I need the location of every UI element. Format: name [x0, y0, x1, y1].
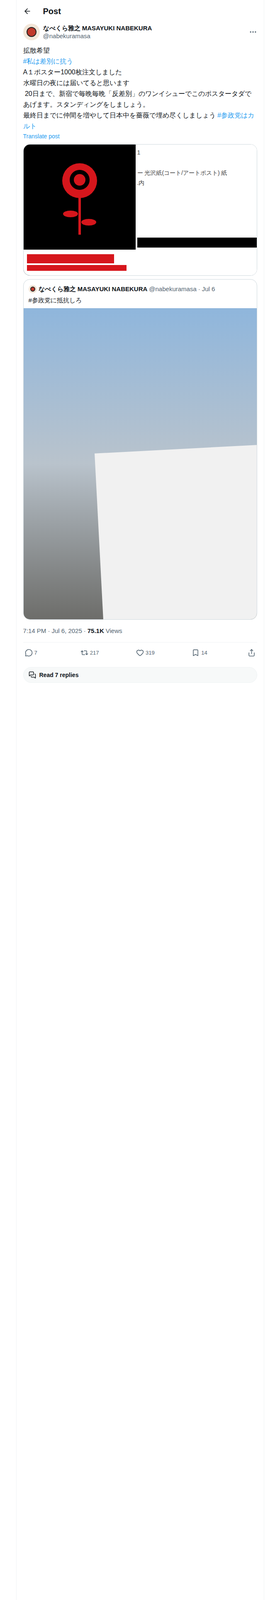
avatar[interactable]	[23, 23, 40, 41]
replies-icon	[28, 670, 37, 678]
post-paragraph: 最終日までに仲間を増やして日本中を薔薇で埋め尽くしましょう #参政党はカルト	[23, 109, 258, 132]
share-button[interactable]	[247, 647, 256, 656]
author-row: なべくら雅之 MASAYUKI NABEKURA@nabekuramasa	[23, 21, 258, 41]
quote-photo[interactable]	[23, 307, 257, 619]
hashtag[interactable]: #私は差別に抗う	[23, 57, 74, 65]
post-column: Postなべくら雅之 MASAYUKI NABEKURA@nabekuramas…	[16, 0, 265, 1598]
order-screenshot[interactable]: 1 ー 光沢紙(コート/アートポスト) 紙.内	[135, 144, 257, 276]
post-text: 拡散希望 #私は差別に抗う A１ポスター1000枚注文しました水曜日の夜には届いてる…	[23, 45, 258, 141]
like-icon	[136, 647, 144, 656]
order-line: ー 光沢紙(コート/アートポスト) 紙	[137, 167, 257, 178]
post-paragraph: 水曜日の夜には届いてると思います	[23, 77, 258, 89]
post-paragraph: #私は差別に抗う	[23, 56, 258, 67]
post-time[interactable]: 7:14 PM	[23, 625, 47, 636]
header: Post	[16, 0, 264, 22]
avatar[interactable]	[28, 284, 37, 293]
quote-author-name: なべくら雅之 MASAYUKI NABEKURA	[38, 284, 148, 294]
bookmark-icon	[191, 647, 200, 656]
share-icon	[247, 647, 256, 656]
like-button[interactable]: 319	[136, 647, 161, 657]
poster-image[interactable]	[23, 144, 136, 276]
translate-link[interactable]: Translate post	[23, 131, 258, 141]
post-paragraph: 20日まで、新宿で毎晩毎晩「反差別」のワンイシューでこのポスタータダであげます。…	[23, 88, 258, 110]
text-span: A１ポスター1000枚注文しました	[23, 68, 122, 76]
bookmark-count: 14	[201, 647, 207, 657]
repost-count: 217	[90, 647, 100, 657]
quote-separator: ·	[198, 284, 201, 294]
order-line: 1	[137, 147, 257, 157]
header-title: Post	[43, 4, 61, 18]
text-span: 最終日までに仲間を増やして日本中を薔薇で埋め尽くしましょう	[23, 111, 218, 119]
author-name[interactable]: なべくら雅之 MASAYUKI NABEKURA	[43, 24, 246, 32]
post-date[interactable]: Jul 6, 2025	[51, 625, 82, 636]
action-bar: 7 217 319 14	[23, 641, 258, 663]
read-replies-button[interactable]: Read 7 replies	[23, 666, 258, 682]
media-card[interactable]: 1 ー 光沢紙(コート/アートポスト) 紙.内	[23, 143, 258, 276]
post-paragraph: A１ポスター1000枚注文しました	[23, 66, 258, 78]
reply-button[interactable]: 7	[24, 647, 50, 657]
text-span: 拡散希望	[23, 46, 50, 54]
reply-icon	[24, 647, 33, 656]
quote-text: #参政党に抵抗しろ	[28, 295, 252, 305]
quote-card[interactable]: なべくら雅之 MASAYUKI NABEKURA@nabekuramasa·Ju…	[23, 278, 258, 619]
text-span: 水曜日の夜には届いてると思います	[23, 79, 130, 87]
more-icon[interactable]	[248, 27, 258, 37]
views-label: Views	[105, 625, 123, 636]
bookmark-button[interactable]: 14	[191, 647, 217, 657]
quote-date: Jul 6	[202, 284, 216, 294]
order-line: .内	[137, 177, 257, 188]
post: なべくら雅之 MASAYUKI NABEKURA@nabekuramasa拡散希…	[16, 21, 264, 682]
repost-button[interactable]: 217	[80, 647, 106, 657]
author-handle[interactable]: @nabekuramasa	[43, 31, 246, 40]
redaction-bar	[137, 237, 257, 248]
text-span: 20日まで、新宿で毎晩毎晩「反差別」のワンイシューでこのポスタータダであげます。…	[23, 90, 252, 108]
like-count: 319	[145, 647, 155, 657]
post-paragraph: 拡散希望	[23, 45, 258, 56]
view-count: 75.1K	[87, 625, 105, 636]
back-arrow-icon[interactable]	[23, 7, 32, 16]
quote-handle: @nabekuramasa	[148, 284, 197, 294]
repost-icon	[80, 647, 89, 656]
rose-icon	[50, 155, 109, 239]
quote-author-row: なべくら雅之 MASAYUKI NABEKURA@nabekuramasa·Ju…	[28, 284, 252, 294]
page: Postなべくら雅之 MASAYUKI NABEKURA@nabekuramas…	[0, 0, 280, 1598]
reply-count: 7	[34, 647, 38, 657]
post-meta: 7:14 PM·Jul 6, 2025·75.1KViews	[23, 625, 258, 636]
